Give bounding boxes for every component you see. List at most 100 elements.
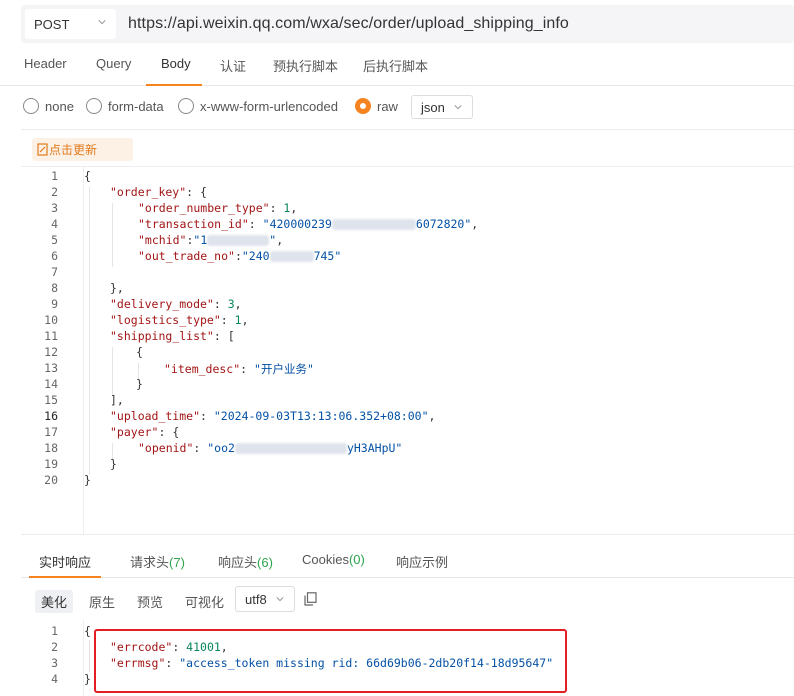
code-line: },	[110, 281, 124, 295]
encoding-select[interactable]: utf8	[235, 586, 295, 612]
copy-icon[interactable]	[304, 592, 317, 606]
code-line: "upload_time": "2024-09-03T13:13:06.352+…	[110, 409, 436, 423]
indent-guide	[89, 640, 90, 672]
code-line: "delivery_mode": 3,	[110, 297, 242, 311]
line-number: 4	[51, 672, 58, 686]
radio-none-label: none	[45, 98, 74, 114]
response-line: }	[84, 672, 91, 686]
tab-post-script[interactable]: 后执行脚本	[363, 56, 428, 75]
body-format-label: json	[421, 99, 445, 115]
redacted-blur	[207, 235, 270, 246]
view-preview[interactable]: 预览	[137, 592, 163, 611]
method-label: POST	[34, 16, 70, 32]
code-line: "mchid":"1 ",	[138, 233, 284, 247]
radio-circle-icon	[23, 98, 39, 114]
chevron-down-icon	[98, 20, 106, 25]
tab-pre-script[interactable]: 预执行脚本	[273, 56, 338, 75]
active-tab-indicator	[29, 576, 101, 578]
line-number: 20	[44, 473, 58, 487]
code-line: "order_key": {	[110, 185, 207, 199]
line-number: 2	[51, 640, 58, 654]
code-line: "out_trade_no":"240 745"	[138, 249, 342, 263]
response-line: {	[84, 624, 91, 638]
line-number: 5	[51, 233, 58, 247]
code-line: "logistics_type": 1,	[110, 313, 249, 327]
line-number: 11	[44, 329, 58, 343]
url-input[interactable]: https://api.weixin.qq.com/wxa/sec/order/…	[128, 15, 569, 33]
view-visualize[interactable]: 可视化	[185, 592, 224, 611]
line-number: 12	[44, 345, 58, 359]
code-line: {	[136, 345, 143, 359]
line-number: 6	[51, 249, 58, 263]
tab-request-headers[interactable]: 请求头(7)	[130, 552, 185, 571]
active-tab-indicator	[146, 84, 202, 86]
update-button[interactable]: 点击更新	[32, 138, 133, 161]
method-select[interactable]: POST	[25, 9, 116, 39]
line-number: 17	[44, 425, 58, 439]
tab-header[interactable]: Header	[24, 56, 67, 71]
line-number: 7	[51, 265, 58, 279]
tab-live-response[interactable]: 实时响应	[39, 552, 91, 571]
edit-icon	[37, 143, 48, 156]
chevron-down-icon	[276, 597, 284, 602]
radio-form-data[interactable]: form-data	[86, 98, 164, 114]
radio-raw[interactable]: raw	[355, 98, 398, 114]
tab-query[interactable]: Query	[96, 56, 131, 71]
view-raw[interactable]: 原生	[89, 592, 115, 611]
line-number: 4	[51, 217, 58, 231]
body-type-selector: none form-data x-www-form-urlencoded raw…	[0, 94, 794, 120]
radio-urlencoded[interactable]: x-www-form-urlencoded	[178, 98, 338, 114]
line-number: 2	[51, 185, 58, 199]
code-line: "shipping_list": [	[110, 329, 235, 343]
line-number: 1	[51, 169, 58, 183]
code-line: }	[110, 457, 117, 471]
encoding-label: utf8	[245, 591, 267, 607]
radio-circle-icon	[178, 98, 194, 114]
update-button-label: 点击更新	[49, 143, 98, 157]
indent-guide	[89, 187, 90, 475]
code-line: ],	[110, 393, 124, 407]
tab-response-headers[interactable]: 响应头(6)	[218, 552, 273, 571]
code-line: {	[84, 169, 91, 183]
line-number: 3	[51, 201, 58, 215]
code-line: }	[84, 473, 91, 487]
line-number: 3	[51, 656, 58, 670]
tab-body[interactable]: Body	[161, 56, 191, 71]
radio-none[interactable]: none	[23, 98, 74, 114]
code-line: "payer": {	[110, 425, 180, 439]
radio-circle-icon	[86, 98, 102, 114]
tab-response-example[interactable]: 响应示例	[396, 552, 448, 571]
code-line: "openid": "oo2 yH3AHpU"	[138, 441, 403, 455]
code-line: "item_desc": "开户业务"	[164, 362, 314, 376]
redacted-blur	[331, 219, 416, 230]
radio-urlencoded-label: x-www-form-urlencoded	[200, 98, 338, 114]
line-number: 1	[51, 624, 58, 638]
code-line: "transaction_id": "420000239 6072820",	[138, 217, 479, 231]
code-line: }	[136, 377, 143, 391]
tab-cookies[interactable]: Cookies(0)	[302, 552, 365, 567]
redacted-blur	[269, 251, 314, 262]
view-pretty[interactable]: 美化	[35, 590, 74, 613]
url-bar: POST https://api.weixin.qq.com/wxa/sec/o…	[21, 5, 794, 43]
line-number: 8	[51, 281, 58, 295]
editor-toolbar: 点击更新	[21, 130, 794, 167]
request-tabs: Header Query Body 认证 预执行脚本 后执行脚本	[0, 44, 794, 86]
line-number: 18	[44, 441, 58, 455]
line-number: 14	[44, 377, 58, 391]
line-number: 10	[44, 313, 58, 327]
radio-form-data-label: form-data	[108, 98, 164, 114]
code-line: "order_number_type": 1,	[138, 201, 298, 215]
highlight-box	[94, 629, 567, 693]
line-number: 9	[51, 297, 58, 311]
line-number: 13	[44, 361, 58, 375]
line-number: 19	[44, 457, 58, 471]
indent-guide	[112, 347, 113, 395]
line-number: 15	[44, 393, 58, 407]
response-toolbar: 美化 原生 预览 可视化 utf8	[21, 585, 794, 615]
indent-guide	[112, 203, 113, 267]
tab-auth[interactable]: 认证	[220, 56, 246, 75]
radio-selected-icon	[355, 98, 371, 114]
response-tabs: 实时响应 请求头(7) 响应头(6) Cookies(0) 响应示例	[21, 540, 794, 578]
body-format-select[interactable]: json	[411, 95, 473, 119]
chevron-down-icon	[454, 105, 462, 110]
